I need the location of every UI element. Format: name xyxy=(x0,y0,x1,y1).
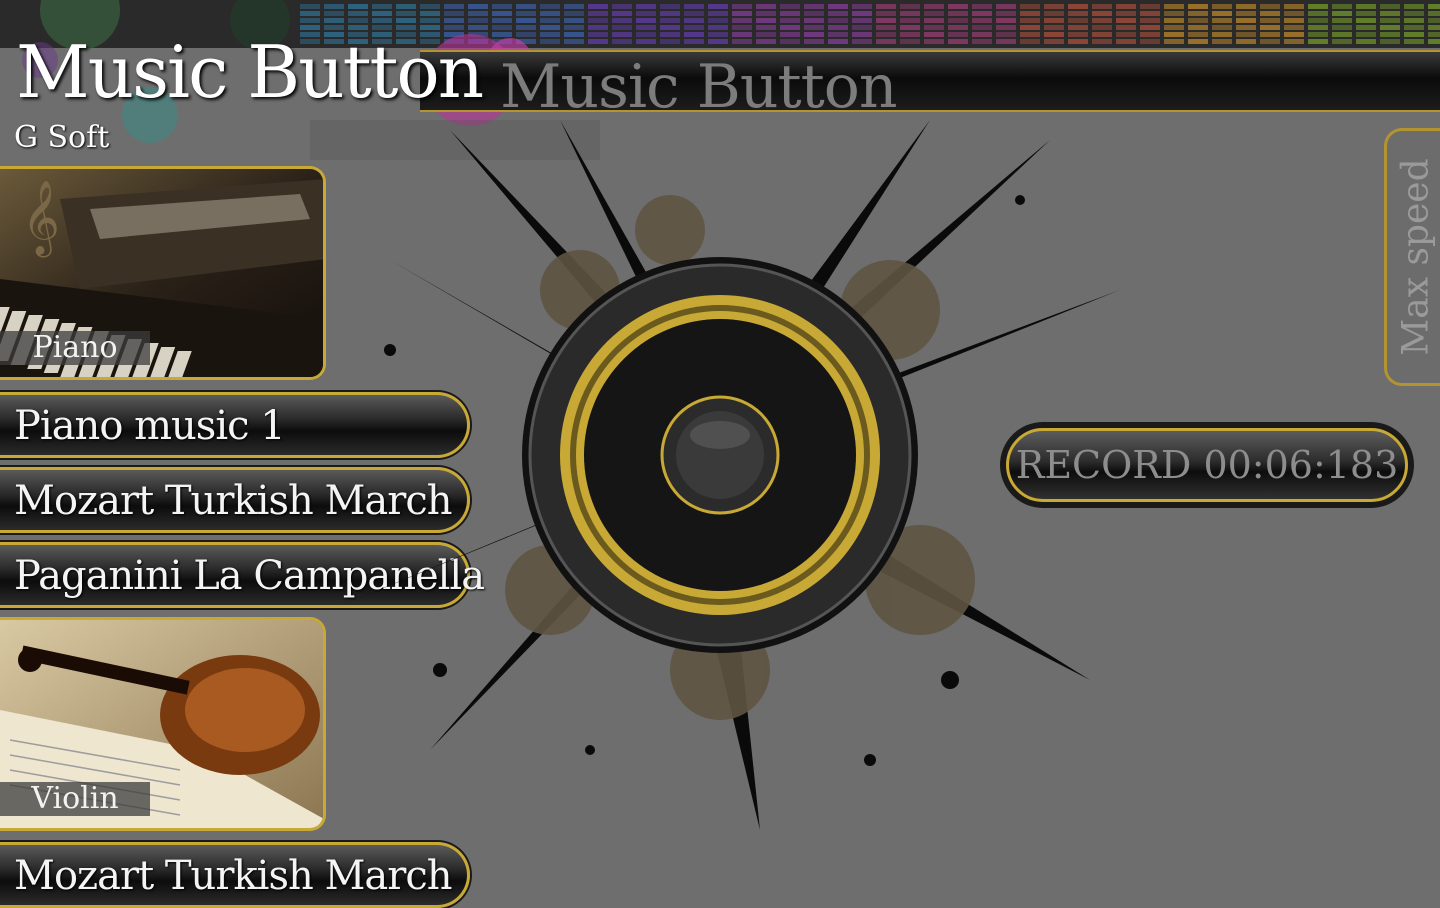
song-button[interactable]: Mozart Turkish March xyxy=(0,842,470,908)
app-title: Music Button xyxy=(16,30,484,114)
record-inner: RECORD 00:06:183 xyxy=(1006,428,1408,502)
record-label: RECORD 00:06:183 xyxy=(1015,443,1399,487)
record-button[interactable]: RECORD 00:06:183 xyxy=(1000,422,1414,508)
max-speed-button[interactable]: Max speed xyxy=(1384,128,1440,386)
song-label: Mozart Turkish March xyxy=(14,853,453,899)
header-bar: Music Button xyxy=(420,50,1440,122)
song-label: Piano music 1 xyxy=(14,403,286,449)
category-violin[interactable]: Violin xyxy=(0,617,326,831)
svg-text:𝄞: 𝄞 xyxy=(22,181,60,258)
category-label: Violin xyxy=(0,782,150,816)
max-speed-label: Max speed xyxy=(1395,158,1436,356)
category-label: Piano xyxy=(0,331,150,365)
app-subtitle: G Soft xyxy=(14,120,110,155)
category-piano[interactable]: 𝄞 Piano xyxy=(0,166,326,380)
